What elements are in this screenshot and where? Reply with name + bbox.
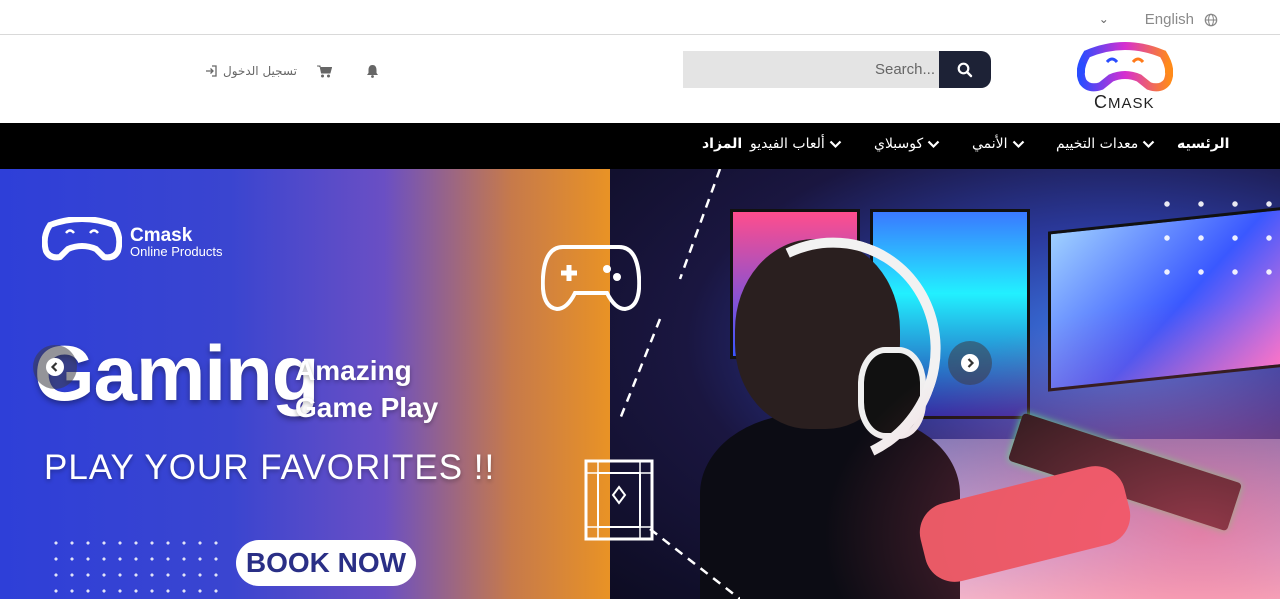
nav-item-label: كوسبلاي [874, 136, 924, 152]
nav-item-home[interactable]: الرئسيه [1177, 136, 1229, 152]
brand-name: Cmask [130, 225, 193, 246]
nav-item-video-games[interactable]: ألعاب الفيديو [750, 136, 842, 152]
cart-icon[interactable] [316, 65, 332, 78]
book-now-button[interactable]: BOOK NOW [236, 540, 416, 586]
nav-item-label: الأنمي [972, 136, 1008, 152]
chevron-down-icon [829, 140, 842, 149]
language-label: English [1144, 11, 1194, 28]
search-icon [957, 62, 973, 77]
carousel-prev-button[interactable] [33, 345, 77, 389]
search-input[interactable] [683, 51, 939, 88]
brand-subtitle: Online Products [130, 244, 223, 259]
top-bar: ⌄ English [0, 0, 1280, 35]
chevron-down-icon [1012, 140, 1024, 149]
main-nav: الرئسيه معدات التخييم الأنمي كوسبلاي ألع… [0, 123, 1280, 169]
vr-mask-icon [42, 217, 122, 261]
chevron-right-icon [961, 354, 979, 372]
nav-item-anime[interactable]: الأنمي [972, 136, 1025, 152]
logo-text: CMASK [1094, 92, 1155, 112]
board-game-icon [584, 459, 654, 541]
nav-item-auction[interactable]: المزاد [702, 136, 742, 152]
hero-tagline: Amazing Game Play [295, 352, 438, 426]
globe-icon [1204, 13, 1218, 26]
header-actions: تسجيل الدخول [205, 64, 379, 78]
chevron-down-icon [1143, 140, 1155, 149]
dot-pattern [48, 535, 218, 599]
search-button[interactable] [939, 51, 991, 88]
chevron-down-icon: ⌄ [1098, 11, 1109, 26]
chevron-left-icon [46, 358, 64, 376]
language-selector[interactable]: ⌄ English [1099, 11, 1218, 28]
nav-item-label: الرئسيه [1177, 136, 1230, 152]
sign-in-icon [206, 65, 217, 77]
tagline-line-2: Game Play [295, 392, 439, 423]
dot-pattern [1150, 187, 1280, 297]
nav-item-cosplay[interactable]: كوسبلاي [874, 136, 940, 152]
hero-headline: Gaming [34, 329, 319, 417]
banner-brand: Cmask Online Products [42, 217, 223, 269]
gamepad-icon [541, 245, 641, 312]
nav-item-label: المزاد [702, 136, 743, 152]
nav-item-label: ألعاب الفيديو [750, 136, 825, 152]
search-bar [683, 51, 991, 88]
tagline-line-1: Amazing [295, 355, 412, 386]
login-label: تسجيل الدخول [223, 64, 297, 78]
login-link[interactable]: تسجيل الدخول [205, 64, 297, 78]
site-header: CMASK تسجيل الدخول [0, 35, 1280, 123]
hero-carousel: Cmask Online Products Gaming Amazing Gam… [0, 169, 1280, 599]
nav-item-label: معدات التخييم [1056, 136, 1139, 152]
chevron-down-icon [927, 140, 940, 149]
nav-item-camping[interactable]: معدات التخييم [1056, 136, 1155, 152]
carousel-next-button[interactable] [948, 341, 992, 385]
bell-icon[interactable] [366, 64, 379, 78]
hero-subheadline: PLAY YOUR FAVORITES !! [44, 448, 496, 487]
